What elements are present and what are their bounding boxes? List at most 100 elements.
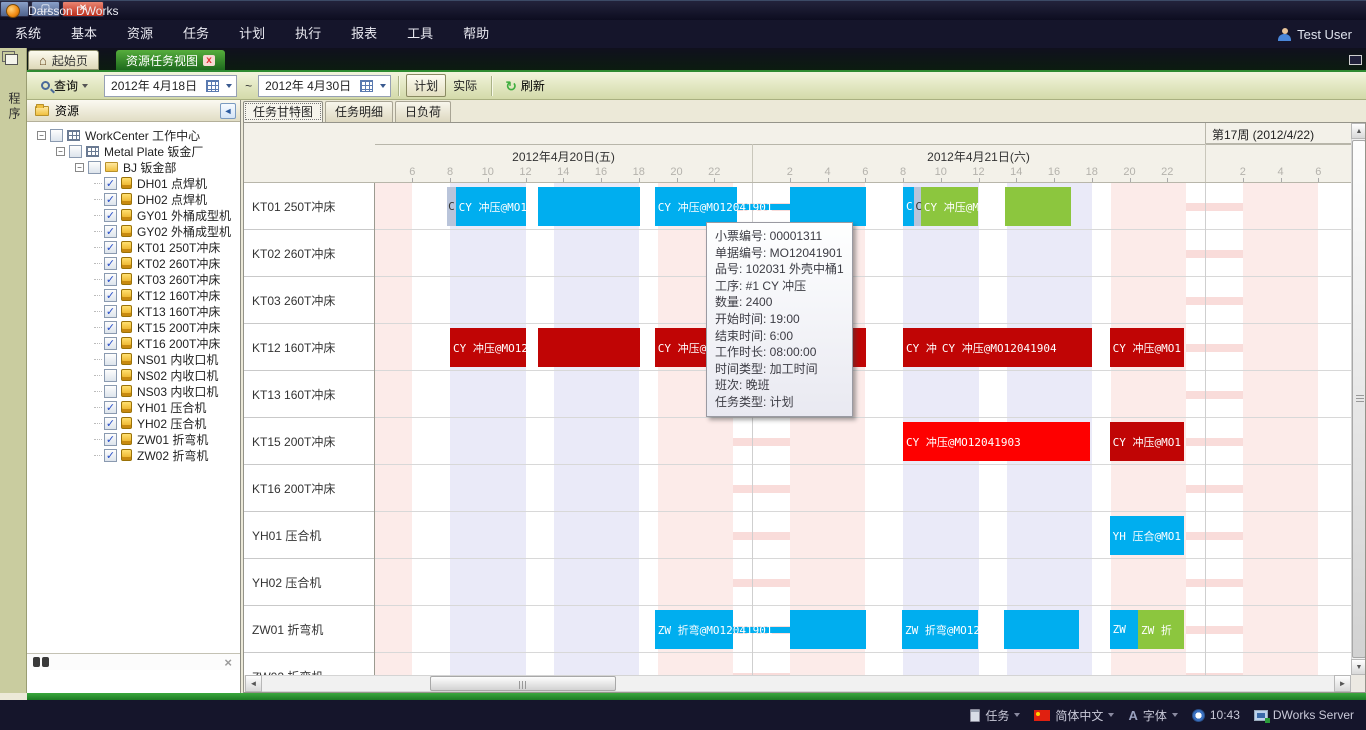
task-bar[interactable]	[1004, 610, 1080, 649]
tree-item[interactable]: ✓KT16 200T冲床	[27, 335, 240, 351]
date-to-picker[interactable]: 2012年 4月30日	[258, 75, 391, 97]
tree-checkbox[interactable]: ✓	[104, 337, 117, 350]
tree-item[interactable]: ✓ZW02 折弯机	[27, 447, 240, 463]
tree-item[interactable]: ✓YH01 压合机	[27, 399, 240, 415]
tree-checkbox[interactable]: ✓	[104, 225, 117, 238]
task-bar[interactable]: CY 冲	[903, 328, 939, 367]
task-bar[interactable]: YH 压合@MO1	[1110, 516, 1185, 555]
scroll-down-arrow[interactable]: ▼	[1351, 659, 1366, 675]
date-from-caret-icon[interactable]	[226, 84, 232, 88]
tree-item[interactable]: ✓KT13 160T冲床	[27, 303, 240, 319]
scroll-left-arrow[interactable]: ◄	[245, 675, 262, 692]
horizontal-scroll-thumb[interactable]	[430, 676, 616, 691]
tree-item[interactable]: ✓GY02 外桶成型机	[27, 223, 240, 239]
tree-checkbox[interactable]	[69, 145, 82, 158]
tree-checkbox[interactable]: ✓	[104, 401, 117, 414]
task-bar[interactable]: CY 冲压@MO12041903	[903, 422, 1090, 461]
view-tab-3[interactable]: 日负荷	[395, 101, 451, 122]
date-from-picker[interactable]: 2012年 4月18日	[104, 75, 237, 97]
tree-item[interactable]: ✓KT01 250T冲床	[27, 239, 240, 255]
status-item-5[interactable]: DWorks Server	[1254, 708, 1354, 722]
tree-checkbox[interactable]: ✓	[104, 177, 117, 190]
view-tab-1[interactable]: 任务甘特图	[243, 101, 323, 122]
tree-expander-icon[interactable]: −	[37, 131, 46, 140]
tree-item[interactable]: ✓KT03 260T冲床	[27, 271, 240, 287]
tree-item[interactable]: ✓ZW01 折弯机	[27, 431, 240, 447]
task-bar[interactable]: C	[447, 187, 455, 226]
tree-item[interactable]: −WorkCenter 工作中心	[27, 127, 240, 143]
program-panel-icon[interactable]	[5, 54, 18, 65]
task-bar[interactable]: C	[914, 187, 921, 226]
tree-item[interactable]: ✓KT02 260T冲床	[27, 255, 240, 271]
horizontal-scrollbar[interactable]	[245, 675, 1351, 692]
gantt-chart-area[interactable]: CCY 冲压@MO12041901CY 冲压@MO12041901CCCY 冲压…	[375, 183, 1352, 675]
status-item-3[interactable]: A字体	[1128, 707, 1177, 724]
find-binoculars-icon[interactable]	[33, 657, 49, 667]
menu-item-1[interactable]: 系统	[0, 20, 56, 48]
query-button[interactable]: 查询	[35, 75, 94, 96]
tree-checkbox[interactable]: ✓	[104, 449, 117, 462]
tree-checkbox[interactable]	[104, 353, 117, 366]
tree-checkbox[interactable]: ✓	[104, 257, 117, 270]
tree-item[interactable]: −Metal Plate 钣金厂	[27, 143, 240, 159]
tree-checkbox[interactable]: ✓	[104, 289, 117, 302]
actual-toggle-button[interactable]: 实际	[446, 75, 484, 96]
vertical-scroll-thumb[interactable]	[1352, 140, 1366, 658]
collapse-panel-button[interactable]: ◄	[220, 103, 236, 119]
task-bar[interactable]	[538, 187, 640, 226]
tree-item[interactable]: −BJ 钣金部	[27, 159, 240, 175]
task-bar[interactable]: CY 冲压@MO12041901	[655, 187, 737, 226]
task-bar[interactable]	[1005, 187, 1071, 226]
tree-checkbox[interactable]: ✓	[104, 433, 117, 446]
tree-item[interactable]: ✓KT15 200T冲床	[27, 319, 240, 335]
tree-checkbox[interactable]	[104, 385, 117, 398]
task-bar[interactable]	[790, 610, 866, 649]
refresh-button[interactable]: ↻ 刷新	[499, 75, 551, 96]
tree-checkbox[interactable]	[50, 129, 63, 142]
tree-item[interactable]: ✓GY01 外桶成型机	[27, 207, 240, 223]
task-bar[interactable]	[538, 328, 640, 367]
tree-checkbox[interactable]	[88, 161, 101, 174]
tab-close-icon[interactable]: x	[203, 55, 215, 66]
menu-item-5[interactable]: 计划	[224, 20, 280, 48]
task-bar[interactable]: ZW	[1110, 610, 1138, 649]
tree-item[interactable]: ✓DH02 点焊机	[27, 191, 240, 207]
tree-item[interactable]: ✓DH01 点焊机	[27, 175, 240, 191]
tree-checkbox[interactable]: ✓	[104, 209, 117, 222]
task-bar[interactable]	[790, 187, 866, 226]
tree-expander-icon[interactable]: −	[56, 147, 65, 156]
scroll-up-arrow[interactable]: ▲	[1351, 123, 1366, 139]
menu-item-6[interactable]: 执行	[280, 20, 336, 48]
task-bar[interactable]: ZW 折	[1138, 610, 1184, 649]
tree-checkbox[interactable]: ✓	[104, 241, 117, 254]
task-bar[interactable]: CY 冲压@MO12041902	[921, 187, 978, 226]
program-strip-label[interactable]: 程序	[6, 92, 23, 122]
task-bar[interactable]: CY 冲压@MO12041904	[450, 328, 526, 367]
tree-checkbox[interactable]	[104, 369, 117, 382]
tree-checkbox[interactable]: ✓	[104, 305, 117, 318]
date-to-caret-icon[interactable]	[380, 84, 386, 88]
tree-item[interactable]: NS02 内收口机	[27, 367, 240, 383]
scroll-right-arrow[interactable]: ►	[1334, 675, 1351, 692]
task-bar[interactable]: ZW 折弯@MO12041901	[655, 610, 733, 649]
task-bar[interactable]: CY 冲压@MO1	[1110, 422, 1185, 461]
tree-item[interactable]: ✓KT12 160T冲床	[27, 287, 240, 303]
tree-item[interactable]: NS03 内收口机	[27, 383, 240, 399]
tree-checkbox[interactable]: ✓	[104, 193, 117, 206]
task-bar[interactable]: CY 冲压@MO1	[1110, 328, 1185, 367]
tab-resource-task-view[interactable]: 资源任务视图 x	[116, 50, 225, 70]
tree-item[interactable]: NS01 内收口机	[27, 351, 240, 367]
tree-checkbox[interactable]: ✓	[104, 321, 117, 334]
view-tab-2[interactable]: 任务明细	[325, 101, 393, 122]
tab-home[interactable]: ⌂ 起始页	[28, 50, 99, 70]
menu-item-3[interactable]: 资源	[112, 20, 168, 48]
status-item-2[interactable]: 简体中文	[1034, 707, 1114, 724]
tree-expander-icon[interactable]: −	[75, 163, 84, 172]
status-item-4[interactable]: 10:43	[1192, 708, 1240, 722]
tree-checkbox[interactable]: ✓	[104, 417, 117, 430]
task-bar[interactable]: CY 冲压@MO12041901	[456, 187, 527, 226]
task-bar[interactable]: C	[903, 187, 914, 226]
menu-item-2[interactable]: 基本	[56, 20, 112, 48]
plan-toggle-button[interactable]: 计划	[406, 74, 446, 97]
menu-item-8[interactable]: 工具	[392, 20, 448, 48]
